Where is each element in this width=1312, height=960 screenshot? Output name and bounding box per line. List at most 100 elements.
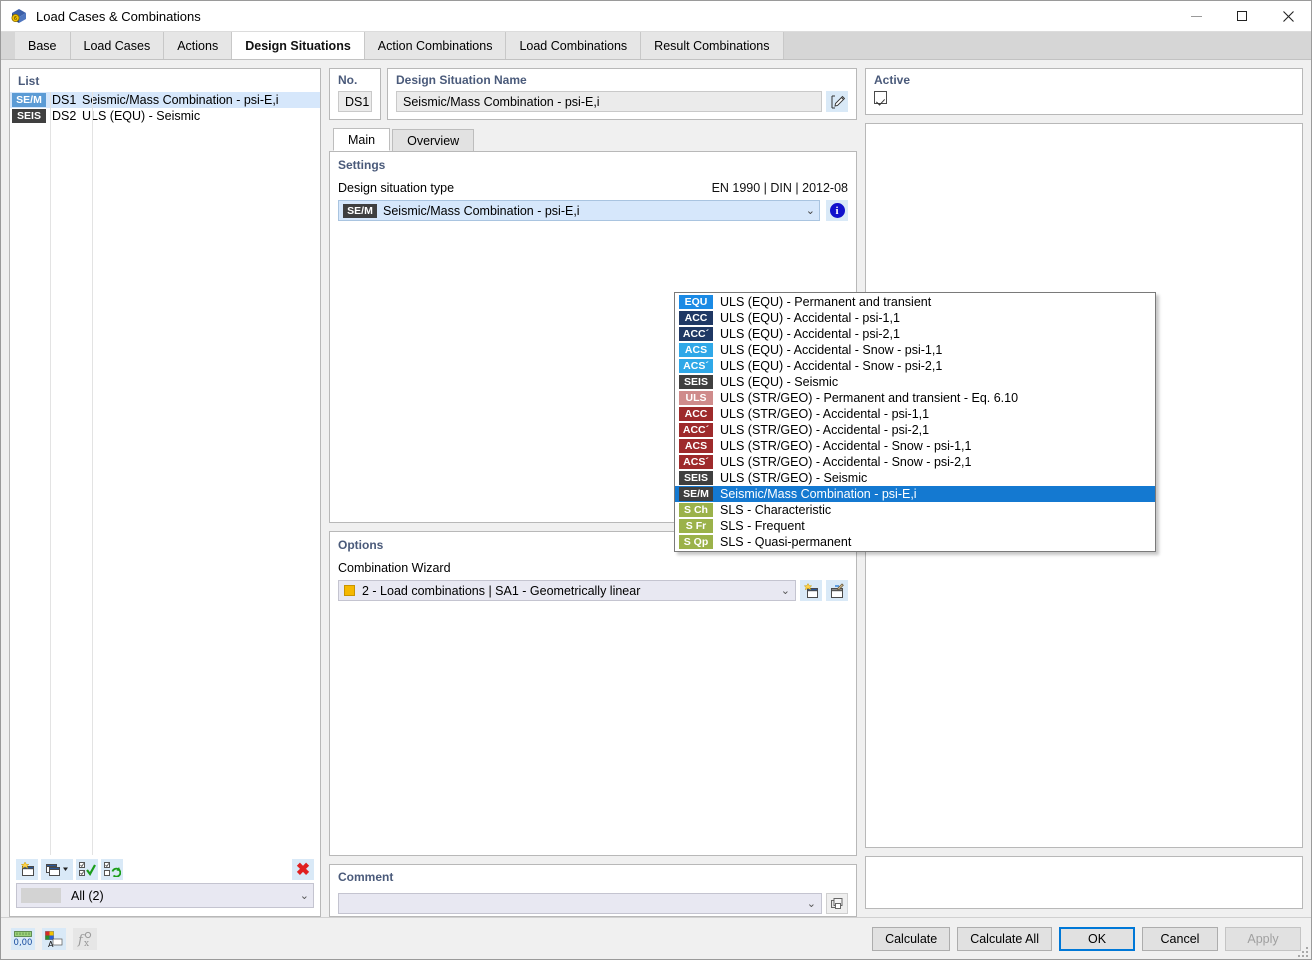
type-badge: ACC´: [679, 423, 713, 437]
tab-result-combinations[interactable]: Result Combinations: [641, 32, 783, 59]
tab-load-combinations[interactable]: Load Combinations: [506, 32, 641, 59]
edit-wizard-button[interactable]: [826, 580, 848, 601]
comment-input[interactable]: ⌄: [338, 893, 822, 914]
type-badge: ACC: [679, 407, 713, 421]
maximize-button[interactable]: [1219, 1, 1265, 32]
comment-title: Comment: [338, 870, 848, 884]
resize-grip[interactable]: [1296, 945, 1308, 957]
units-button[interactable]: 0,00: [11, 928, 35, 950]
type-badge: ACS´: [679, 455, 713, 469]
active-label: Active: [874, 73, 1294, 87]
type-badge: EQU: [679, 295, 713, 309]
dropdown-item[interactable]: ULSULS (STR/GEO) - Permanent and transie…: [675, 390, 1155, 406]
number-label: No.: [338, 73, 372, 87]
combination-wizard-label: Combination Wizard: [338, 561, 451, 575]
design-situation-type-label: Design situation type: [338, 181, 454, 195]
dropdown-item[interactable]: SEISULS (EQU) - Seismic: [675, 374, 1155, 390]
chevron-down-icon: ⌄: [300, 889, 309, 902]
duplicate-item-button[interactable]: [41, 859, 73, 880]
tab-actions[interactable]: Actions: [164, 32, 232, 59]
design-situations-list[interactable]: SE/M DS1 Seismic/Mass Combination - psi-…: [10, 92, 320, 855]
info-button[interactable]: i: [826, 200, 848, 221]
detail-header-row: No. DS1 Design Situation Name Seismic/Ma…: [329, 68, 857, 120]
design-situation-type-combobox[interactable]: SE/M Seismic/Mass Combination - psi-E,i …: [338, 200, 820, 221]
tab-main[interactable]: Main: [333, 128, 390, 151]
design-situation-type-dropdown-list[interactable]: EQUULS (EQU) - Permanent and transient A…: [674, 292, 1156, 552]
type-badge: S Ch: [679, 503, 713, 517]
combination-wizard-value: 2 - Load combinations | SA1 - Geometrica…: [362, 584, 640, 598]
dropdown-item[interactable]: EQUULS (EQU) - Permanent and transient: [675, 294, 1155, 310]
tab-design-situations[interactable]: Design Situations: [232, 32, 365, 59]
edit-name-button[interactable]: [826, 91, 848, 112]
combination-wizard-combobox[interactable]: 2 - Load combinations | SA1 - Geometrica…: [338, 580, 796, 601]
dropdown-item-label: ULS (STR/GEO) - Accidental - psi-1,1: [720, 407, 929, 421]
dropdown-item[interactable]: S FrSLS - Frequent: [675, 518, 1155, 534]
select-all-button[interactable]: [76, 859, 98, 880]
cancel-button[interactable]: Cancel: [1142, 927, 1218, 951]
dropdown-item-label: ULS (STR/GEO) - Accidental - psi-2,1: [720, 423, 929, 437]
window-title: Load Cases & Combinations: [36, 9, 201, 24]
dropdown-item[interactable]: ACC´ ULS (STR/GEO) - Accidental - psi-2,1: [675, 422, 1155, 438]
dropdown-item[interactable]: SEISULS (STR/GEO) - Seismic: [675, 470, 1155, 486]
new-item-button[interactable]: [16, 859, 38, 880]
dropdown-item[interactable]: ACSULS (EQU) - Accidental - Snow - psi-1…: [675, 342, 1155, 358]
list-item[interactable]: SEIS DS2 ULS (EQU) - Seismic: [10, 108, 320, 124]
type-badge: ULS: [679, 391, 713, 405]
situation-no: DS1: [52, 93, 82, 107]
close-button[interactable]: [1265, 1, 1311, 32]
active-checkbox[interactable]: [874, 91, 887, 104]
dropdown-item-label: ULS (STR/GEO) - Accidental - Snow - psi-…: [720, 439, 971, 453]
name-field-group: Design Situation Name Seismic/Mass Combi…: [387, 68, 857, 120]
dropdown-item[interactable]: S QpSLS - Quasi-permanent: [675, 534, 1155, 550]
invert-selection-button[interactable]: [101, 859, 123, 880]
dialog-footer: 0,00 A f x Calculate Calculate All: [1, 917, 1311, 959]
dropdown-item-label: ULS (EQU) - Accidental - Snow - psi-2,1: [720, 359, 942, 373]
list-item[interactable]: SE/M DS1 Seismic/Mass Combination - psi-…: [10, 92, 320, 108]
dropdown-item-label: ULS (EQU) - Accidental - psi-1,1: [720, 311, 900, 325]
svg-text:x: x: [84, 939, 89, 948]
type-badge: S Qp: [679, 535, 713, 549]
dropdown-item[interactable]: ACS ULS (STR/GEO) - Accidental - Snow - p…: [675, 438, 1155, 454]
dropdown-item-label: SLS - Characteristic: [720, 503, 831, 517]
list-filter-dropdown[interactable]: All (2) ⌄: [16, 883, 314, 908]
selected-type-badge: SE/M: [343, 204, 377, 218]
comment-library-button[interactable]: [826, 893, 848, 914]
info-icon: i: [830, 203, 845, 218]
dropdown-item[interactable]: S Ch SLS - Characteristic: [675, 502, 1155, 518]
tab-base[interactable]: Base: [15, 32, 71, 59]
dropdown-item[interactable]: ACC´ULS (EQU) - Accidental - psi-2,1: [675, 326, 1155, 342]
dialog-body: List SE/M DS1 Seismic/Mass Combination -…: [1, 60, 1311, 917]
name-label: Design Situation Name: [396, 73, 848, 87]
minimize-button[interactable]: [1173, 1, 1219, 32]
new-wizard-button[interactable]: [800, 580, 822, 601]
type-badge: ACC´: [679, 327, 713, 341]
chevron-down-icon: ⌄: [781, 584, 790, 597]
calculate-all-button[interactable]: Calculate All: [957, 927, 1052, 951]
type-badge: ACS: [679, 439, 713, 453]
type-badge: ACS´: [679, 359, 713, 373]
calculate-button[interactable]: Calculate: [872, 927, 950, 951]
situation-name: ULS (EQU) - Seismic: [82, 109, 200, 123]
dropdown-item-selected[interactable]: SE/MSeismic/Mass Combination - psi-E,i: [675, 486, 1155, 502]
svg-text:0,00: 0,00: [14, 938, 33, 948]
display-properties-button[interactable]: A: [42, 928, 66, 950]
options-group: Options Combination Wizard 2 - Load comb…: [329, 531, 857, 856]
delete-item-button[interactable]: ✖: [292, 859, 314, 880]
dropdown-item[interactable]: ACS´ULS (STR/GEO) - Accidental - Snow - …: [675, 454, 1155, 470]
dropdown-item[interactable]: ACCULS (EQU) - Accidental - psi-1,1: [675, 310, 1155, 326]
tab-action-combinations[interactable]: Action Combinations: [365, 32, 507, 59]
dropdown-item[interactable]: ACS´ ULS (EQU) - Accidental - Snow - psi-…: [675, 358, 1155, 374]
ok-button[interactable]: OK: [1059, 927, 1135, 951]
tab-load-cases[interactable]: Load Cases: [71, 32, 165, 59]
dropdown-item[interactable]: ACC ULS (STR/GEO) - Accidental - psi-1,1: [675, 406, 1155, 422]
active-group: Active: [865, 68, 1303, 115]
tab-overview[interactable]: Overview: [392, 129, 474, 151]
wizard-color-swatch: [344, 585, 355, 596]
design-situation-name-input[interactable]: Seismic/Mass Combination - psi-E,i: [396, 91, 822, 112]
comment-group: Comment ⌄: [329, 864, 857, 917]
filter-color-swatch: [21, 888, 61, 903]
type-badge: SE/M: [679, 487, 713, 501]
dropdown-item-label: ULS (STR/GEO) - Seismic: [720, 471, 867, 485]
main-tab-strip: Base Load Cases Actions Design Situation…: [1, 32, 1311, 60]
right-info-panel: [865, 856, 1303, 909]
